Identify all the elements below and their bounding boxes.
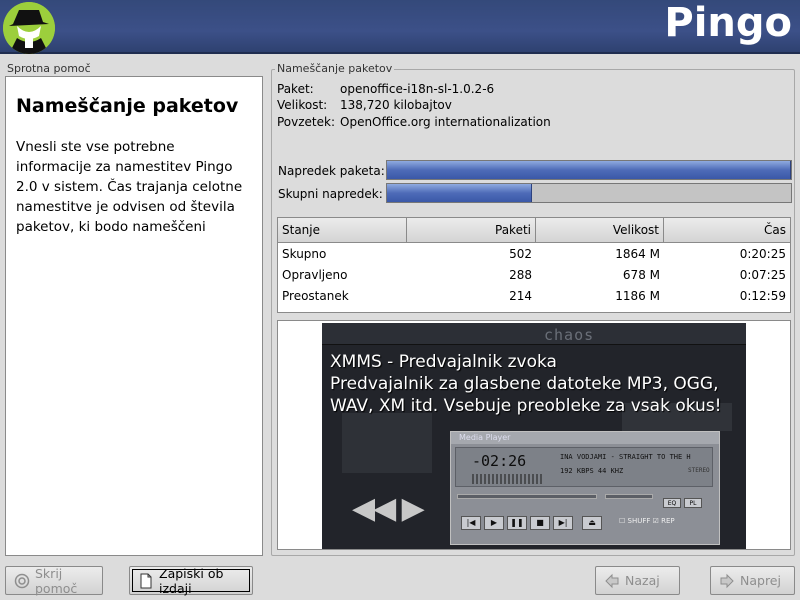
help-panel: Nameščanje paketov Vnesli ste vse potreb… [5,76,263,556]
media-player-display: -02:26 INA VODJAMI - STRAIGHT TO THE H 1… [455,447,713,487]
column-header-packages[interactable]: Paketi [407,218,536,242]
size-key: Velikost: [277,98,328,112]
player-options: ☐ SHUFF ☑ REP [619,517,675,525]
volume-slider [457,494,597,499]
next-label: Naprej [740,573,781,588]
package-key: Paket: [277,82,314,96]
hide-help-button[interactable]: Skrij pomoč [5,565,103,596]
help-title: Nameščanje paketov [16,95,239,117]
table-cell: 1186 M [615,289,660,303]
player-controls: |◀ ▶ ❚❚ ■ ▶| ⏏ [461,516,602,530]
spectrum-bars [472,474,542,484]
slide-caption-line: Predvajalnik za glasbene datoteke MP3, O… [330,374,719,394]
total-progress-label: Skupni napredek: [278,187,383,201]
pause-icon: ❚❚ [507,516,527,530]
package-value: openoffice-i18n-sl-1.0.2-6 [340,82,495,96]
table-cell: 0:20:25 [739,247,786,261]
status-table: Stanje Paketi Velikost Čas Skupno 502 18… [277,217,791,313]
package-progress-label: Napredek paketa: [278,164,385,178]
arrow-left-icon [604,573,620,589]
column-header-time[interactable]: Čas [664,218,790,242]
prev-icon: |◀ [461,516,481,530]
skin-topbar [322,323,746,345]
table-cell: Preostanek [282,289,349,303]
table-cell: 1864 M [615,247,660,261]
package-progress-bar [386,160,792,180]
slide-frame: chaos XMMS - Predvajalnik zvoka Predvaja… [277,320,791,550]
column-header-status[interactable]: Stanje [278,218,407,242]
table-cell: 0:12:59 [739,289,786,303]
slide-caption-line: XMMS - Predvajalnik zvoka [330,352,557,372]
skin-decoration [342,413,432,473]
slide-caption: XMMS - Predvajalnik zvoka Predvajalnik z… [330,351,722,417]
play-icon: ▶ [484,516,504,530]
player-bitrate: 192 KBPS 44 KHZ [560,467,624,475]
eject-icon: ⏏ [582,516,602,530]
release-notes-label: Zapiski ob izdaji [159,565,224,596]
size-row: Velikost: 138,720 kilobajtov [277,98,452,112]
eq-toggle: EQ [663,498,681,508]
summary-row: Povzetek: OpenOffice.org internationaliza… [277,115,551,129]
header-banner: Pingo [0,0,800,54]
player-toggles: EQ PL [663,498,702,508]
package-progress-fill [387,161,791,179]
next-button[interactable]: Naprej [710,566,795,595]
xmms-slide-image: chaos XMMS - Predvajalnik zvoka Predvaja… [322,323,746,549]
player-stereo: STEREO [688,467,710,474]
player-time: -02:26 [472,452,527,470]
next-icon: ▶| [553,516,573,530]
document-icon [138,573,154,589]
help-circle-icon [14,573,30,589]
player-song: INA VODJAMI - STRAIGHT TO THE H [560,453,691,461]
table-cell: Opravljeno [282,268,348,282]
summary-value: OpenOffice.org internationalization [340,115,551,129]
back-label: Nazaj [625,573,660,588]
release-notes-button[interactable]: Zapiski ob izdaji [129,565,253,596]
summary-key: Povzetek: [277,115,336,129]
table-cell: 0:07:25 [739,268,786,282]
balance-slider [605,494,653,499]
table-row: Skupno 502 1864 M 0:20:25 [278,243,790,264]
media-player-window: Media Player -02:26 INA VODJAMI - STRAIG… [450,431,720,545]
help-text: Vnesli ste vse potrebne informacije za n… [16,139,243,235]
total-progress-bar [386,183,792,203]
hide-help-label: Skrij pomoč [35,565,78,596]
skin-prev-play-icon: ◀◀ ▶ [352,491,425,526]
table-cell: 502 [509,247,532,261]
media-player-title: Media Player [451,432,719,444]
back-button[interactable]: Nazaj [595,566,680,595]
table-header: Stanje Paketi Velikost Čas [278,218,790,243]
skin-name: chaos [544,326,595,344]
help-section-label: Sprotna pomoč [7,62,91,75]
install-section-label: Nameščanje paketov [275,62,395,75]
table-row: Preostanek 214 1186 M 0:12:59 [278,285,790,306]
size-value: 138,720 kilobajtov [340,98,452,112]
table-cell: Skupno [282,247,327,261]
column-header-size[interactable]: Velikost [536,218,664,242]
shuffle-label: SHUFF [627,517,651,525]
package-row: Paket: openoffice-i18n-sl-1.0.2-6 [277,82,494,96]
table-cell: 678 M [622,268,660,282]
table-cell: 288 [509,268,532,282]
arrow-right-icon [719,573,735,589]
pl-toggle: PL [684,498,702,508]
stop-icon: ■ [530,516,550,530]
shadowman-logo-icon [3,2,55,54]
slide-caption-line: WAV, XM itd. Vsebuje preobleke za vsak o… [330,396,722,416]
total-progress-fill [387,184,533,202]
repeat-label: REP [661,517,675,525]
table-cell: 214 [509,289,532,303]
product-title: Pingo [664,0,792,46]
table-row: Opravljeno 288 678 M 0:07:25 [278,264,790,285]
